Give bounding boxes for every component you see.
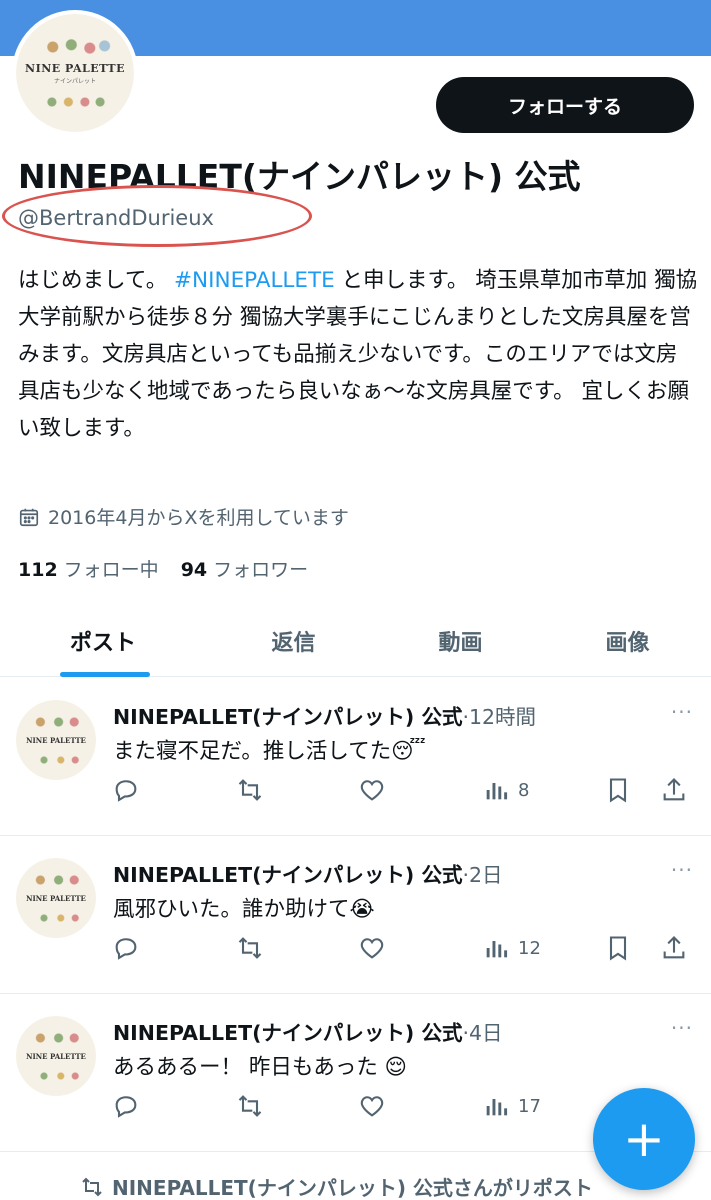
post-header: NINEPALLET(ナインパレット) 公式·2日 [113,858,503,888]
post-avatar-brand: NINE PALETTE [26,735,86,745]
profile-tabs: ポスト 返信 動画 画像 [0,605,711,677]
compose-post-button[interactable]: + [593,1088,695,1190]
post-actions: 12 [0,928,711,968]
views-button[interactable]: 12 [482,928,541,968]
reply-button[interactable] [112,770,140,810]
post-text: あるあるー！ 昨日もあった 😌 [113,1055,408,1080]
post-text: 風邪ひいた。誰か助けて😭 [113,897,375,922]
repost-icon [82,1177,102,1196]
avatar-brand-subtext: ナインパレット [53,77,96,85]
like-button[interactable] [358,770,386,810]
post-header: NINEPALLET(ナインパレット) 公式·4日 [113,1016,503,1046]
post-author-name[interactable]: NINEPALLET(ナインパレット) 公式 [113,863,462,887]
profile-stats: 112 フォロー中 94 フォロワー [18,555,308,582]
share-button[interactable] [660,928,688,968]
calendar-icon [19,508,39,526]
share-button[interactable] [660,770,688,810]
views-button[interactable]: 17 [482,1086,541,1126]
post-author-name[interactable]: NINEPALLET(ナインパレット) 公式 [113,705,462,729]
repost-button[interactable] [236,770,264,810]
post-actions: 8 [0,770,711,810]
views-icon [486,1099,508,1116]
tab-posts[interactable]: ポスト [0,605,210,676]
profile-bio: はじめまして。 #NINEPALLETE と申します。 埼玉県草加市草加 獨協大… [18,262,698,447]
repost-button[interactable] [236,1086,264,1126]
post-avatar-brand: NINE PALETTE [26,1051,86,1061]
followers-count: 94 [180,559,208,581]
more-options-icon[interactable]: ··· [671,1016,693,1040]
profile-avatar[interactable]: NINE PALETTE ナインパレット [12,10,138,136]
following-link[interactable]: 112 フォロー中 [18,555,159,582]
bookmark-icon [609,936,627,961]
post-item[interactable]: NINE PALETTE NINEPALLET(ナインパレット) 公式·12時間… [0,678,711,836]
reply-icon [115,1096,137,1118]
following-count: 112 [18,559,58,581]
post-avatar-brand: NINE PALETTE [26,893,86,903]
repost-notice-text: NINEPALLET(ナインパレット) 公式さんがリポスト [112,1176,593,1200]
post-avatar[interactable]: NINE PALETTE [16,1016,96,1096]
reply-icon [115,938,137,960]
post-text: また寝不足だ。推し活してた😴 [113,739,426,764]
like-button[interactable] [358,928,386,968]
views-count: 12 [518,937,541,959]
bio-hashtag-link[interactable]: #NINEPALLETE [174,268,335,293]
followers-label: フォロワー [213,559,309,581]
heart-icon [360,938,384,959]
post-timestamp[interactable]: ·12時間 [462,705,536,729]
reply-icon [115,780,137,802]
following-label: フォロー中 [63,559,159,581]
reply-button[interactable] [112,928,140,968]
views-icon [486,783,508,800]
bookmark-button[interactable] [604,770,632,810]
views-button[interactable]: 8 [482,770,529,810]
views-count: 8 [518,779,530,801]
tab-replies[interactable]: 返信 [210,605,377,676]
bio-text-rest: と申します。 埼玉県草加市草加 獨協大学前駅から徒歩８分 獨協大学裏手にこじんま… [18,268,698,441]
repost-icon [238,779,262,801]
tab-videos[interactable]: 動画 [377,605,544,676]
followers-link[interactable]: 94 フォロワー [181,555,308,582]
views-count: 17 [518,1095,541,1117]
share-icon [663,936,685,959]
post-avatar[interactable]: NINE PALETTE [16,858,96,938]
follow-button[interactable]: フォローする [436,77,694,133]
more-options-icon[interactable]: ··· [671,858,693,882]
post-timestamp[interactable]: ·2日 [462,863,502,887]
bookmark-icon [609,778,627,803]
share-icon [663,778,685,801]
heart-icon [360,780,384,801]
post-header: NINEPALLET(ナインパレット) 公式·12時間 [113,700,536,730]
tab-images[interactable]: 画像 [544,605,711,676]
post-avatar[interactable]: NINE PALETTE [16,700,96,780]
repost-button[interactable] [236,928,264,968]
like-button[interactable] [358,1086,386,1126]
post-timestamp[interactable]: ·4日 [462,1021,502,1045]
reply-button[interactable] [112,1086,140,1126]
avatar-brand-text: NINE PALETTE [25,61,125,75]
post-author-name[interactable]: NINEPALLET(ナインパレット) 公式 [113,1021,462,1045]
heart-icon [360,1096,384,1117]
post-item[interactable]: NINE PALETTE NINEPALLET(ナインパレット) 公式·2日 ·… [0,836,711,994]
joined-text: 2016年4月からXを利用しています [48,507,349,529]
repost-icon [238,937,262,959]
bio-text-start: はじめまして。 [18,268,175,293]
joined-date: 2016年4月からXを利用しています [18,503,349,530]
handle-highlight-annotation [2,185,312,247]
repost-icon [238,1095,262,1117]
more-options-icon[interactable]: ··· [671,700,693,724]
views-icon [486,941,508,958]
repost-notice: NINEPALLET(ナインパレット) 公式さんがリポスト [80,1172,593,1200]
bookmark-button[interactable] [604,928,632,968]
